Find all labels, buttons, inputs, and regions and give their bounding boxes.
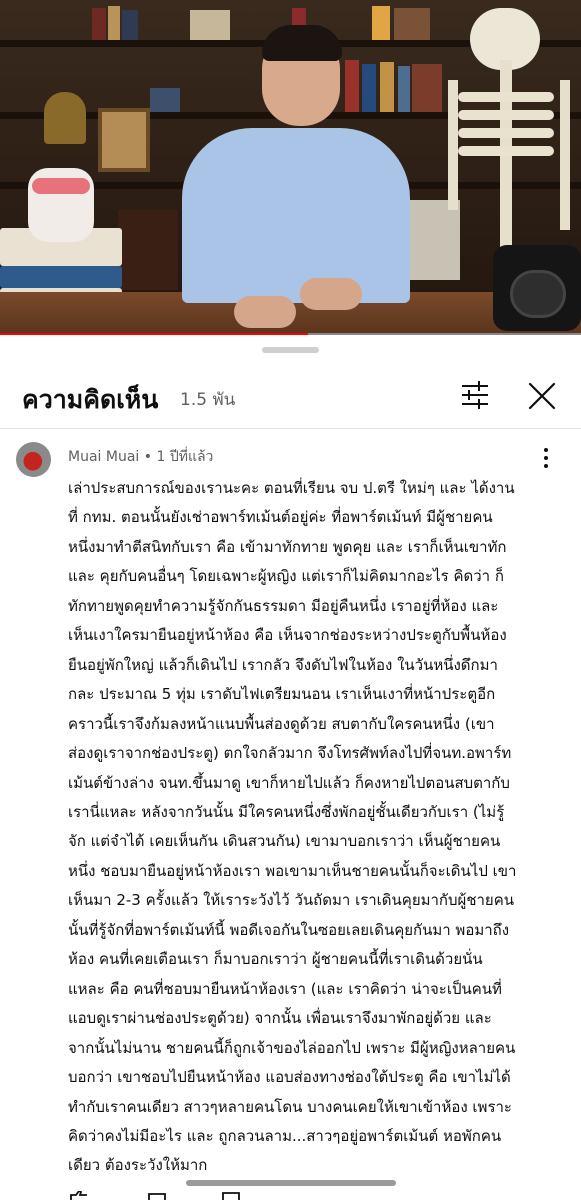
comments-count: 1.5 พัน: [180, 390, 236, 410]
close-icon: [528, 382, 556, 410]
comment-actions: [68, 1191, 288, 1200]
comment-more-button[interactable]: [538, 446, 554, 470]
skeleton-arm: [448, 80, 458, 210]
teeth-model-gum: [32, 178, 90, 194]
skeleton-rib: [458, 92, 554, 102]
sliders-icon: [462, 381, 488, 409]
comments-title: ความคิดเห็น: [22, 385, 159, 414]
thumbs-down-icon[interactable]: [146, 1191, 168, 1200]
video-progress-fill: [0, 333, 308, 335]
thumbs-up-icon[interactable]: [68, 1191, 90, 1200]
presenter-hand: [234, 296, 296, 328]
presenter-body: [182, 128, 410, 303]
skeleton-arm: [560, 80, 570, 230]
skeleton-rib: [458, 128, 554, 138]
skeleton-rib: [458, 110, 554, 120]
pathology-book: [0, 266, 122, 288]
presenter-hand: [300, 278, 362, 310]
home-indicator[interactable]: [186, 1180, 396, 1186]
photo-frame: [98, 108, 150, 172]
rotary-phone-dial: [510, 270, 566, 318]
clock-decoration: [44, 92, 86, 144]
sort-filter-button[interactable]: [458, 378, 492, 412]
comments-header: ความคิดเห็น 1.5 พัน: [0, 370, 581, 428]
video-progress-bar[interactable]: [0, 333, 581, 335]
comment-meta: Muai Muai • 1 ปีที่แล้ว: [68, 446, 213, 468]
comment-author[interactable]: Muai Muai: [68, 449, 139, 465]
video-player[interactable]: [0, 0, 581, 335]
presenter-hair: [262, 25, 342, 61]
comment-time: 1 ปีที่แล้ว: [156, 449, 214, 465]
comments-sheet: ความคิดเห็น 1.5 พัน Muai Muai • 1 ปีที่แ…: [0, 336, 581, 1200]
skeleton-rib: [458, 146, 554, 156]
drag-handle[interactable]: [262, 347, 319, 353]
reply-icon[interactable]: [220, 1191, 242, 1200]
close-button[interactable]: [524, 378, 560, 414]
header-divider: [0, 428, 581, 429]
meta-separator: •: [143, 449, 153, 465]
avatar[interactable]: [16, 442, 51, 477]
more-vertical-icon: [544, 448, 548, 468]
comment-text: เล่าประสบการณ์ของเรานะคะ ตอนที่เรียน จบ …: [68, 479, 517, 1175]
